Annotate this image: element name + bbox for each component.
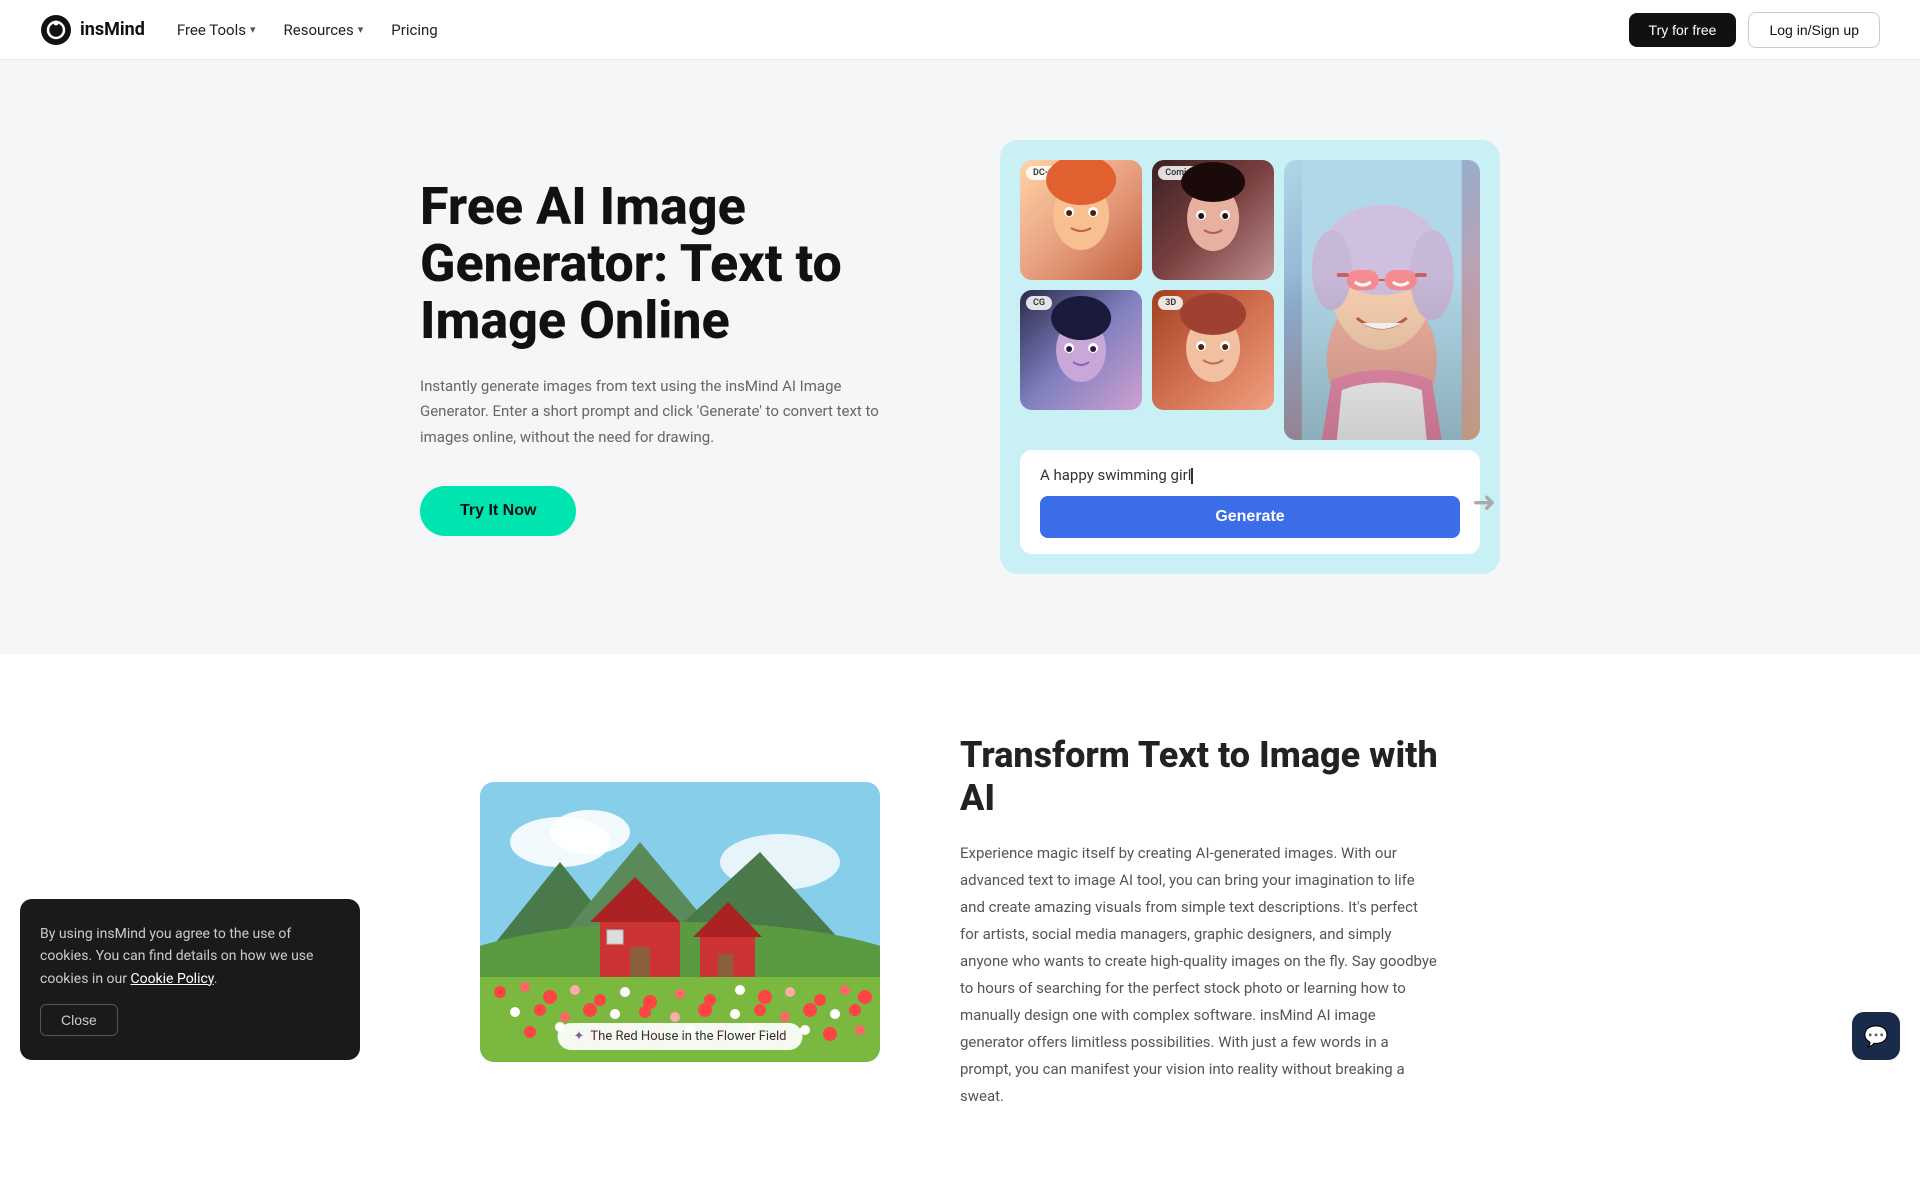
arrow-icon: ➜ xyxy=(1473,486,1496,519)
login-button[interactable]: Log in/Sign up xyxy=(1748,12,1880,48)
main-anime-art xyxy=(1284,160,1480,440)
cookie-policy-link[interactable]: Cookie Policy xyxy=(130,971,213,987)
cookie-close-button[interactable]: Close xyxy=(40,1004,118,1036)
navbar: insMind Free Tools ▾ Resources ▾ Pricing… xyxy=(0,0,1920,60)
cursor xyxy=(1191,468,1193,484)
try-free-button[interactable]: Try for free xyxy=(1629,13,1737,47)
logo-text: insMind xyxy=(80,19,145,40)
anime-art-3 xyxy=(1020,290,1142,410)
thumbnail-dc-comics: DC-Comics xyxy=(1020,160,1142,280)
hero-description: Instantly generate images from text usin… xyxy=(420,374,880,451)
hero-title: Free AI Image Generator: Text to Image O… xyxy=(420,178,940,350)
hero-main-image xyxy=(1284,160,1480,440)
section2-title: Transform Text to Image with AI xyxy=(960,734,1440,820)
hero-col1: DC-Comics CG xyxy=(1020,160,1142,410)
generate-button[interactable]: Generate xyxy=(1040,496,1460,538)
chat-icon: 💬 xyxy=(1864,1024,1889,1048)
hero-section: Free AI Image Generator: Text to Image O… xyxy=(0,60,1920,654)
house-art xyxy=(480,782,880,1062)
anime-art-2 xyxy=(1152,160,1274,280)
nav-actions: Try for free Log in/Sign up xyxy=(1629,12,1880,48)
thumbnail-comics: Comics xyxy=(1152,160,1274,280)
generate-box: A happy swimming girl Generate ➜ xyxy=(1020,450,1480,554)
anime-art-1 xyxy=(1020,160,1142,280)
section2-description: Experience magic itself by creating AI-g… xyxy=(960,840,1440,1110)
hero-col2: Comics 3D xyxy=(1152,160,1274,410)
sparkle-icon: ✦ xyxy=(574,1029,585,1044)
hero-cta-button[interactable]: Try It Now xyxy=(420,486,576,536)
nav-free-tools[interactable]: Free Tools ▾ xyxy=(177,21,256,39)
thumbnail-cg: CG xyxy=(1020,290,1142,410)
house-image xyxy=(480,782,880,1062)
logo[interactable]: insMind xyxy=(40,14,145,46)
logo-icon xyxy=(40,14,72,46)
nav-pricing[interactable]: Pricing xyxy=(391,21,437,39)
nav-links: Free Tools ▾ Resources ▾ Pricing xyxy=(177,21,1597,39)
house-caption: ✦ The Red House in the Flower Field xyxy=(558,1023,803,1050)
hero-panel: DC-Comics CG xyxy=(1000,140,1500,574)
chevron-down-icon: ▾ xyxy=(358,23,364,36)
anime-art-4 xyxy=(1152,290,1274,410)
thumbnail-3d: 3D xyxy=(1152,290,1274,410)
hero-right: DC-Comics CG xyxy=(1000,140,1500,574)
hero-left: Free AI Image Generator: Text to Image O… xyxy=(420,178,940,536)
chevron-down-icon: ▾ xyxy=(250,23,256,36)
chat-widget[interactable]: 💬 xyxy=(1852,1012,1900,1060)
house-image-container: ✦ The Red House in the Flower Field xyxy=(480,782,880,1062)
generate-input-display: A happy swimming girl xyxy=(1040,466,1460,484)
cookie-banner: By using insMind you agree to the use of… xyxy=(20,899,360,1060)
section2-text: Transform Text to Image with AI Experien… xyxy=(960,734,1440,1110)
hero-thumbnails-grid: DC-Comics CG xyxy=(1020,160,1480,440)
nav-resources[interactable]: Resources ▾ xyxy=(284,21,364,39)
